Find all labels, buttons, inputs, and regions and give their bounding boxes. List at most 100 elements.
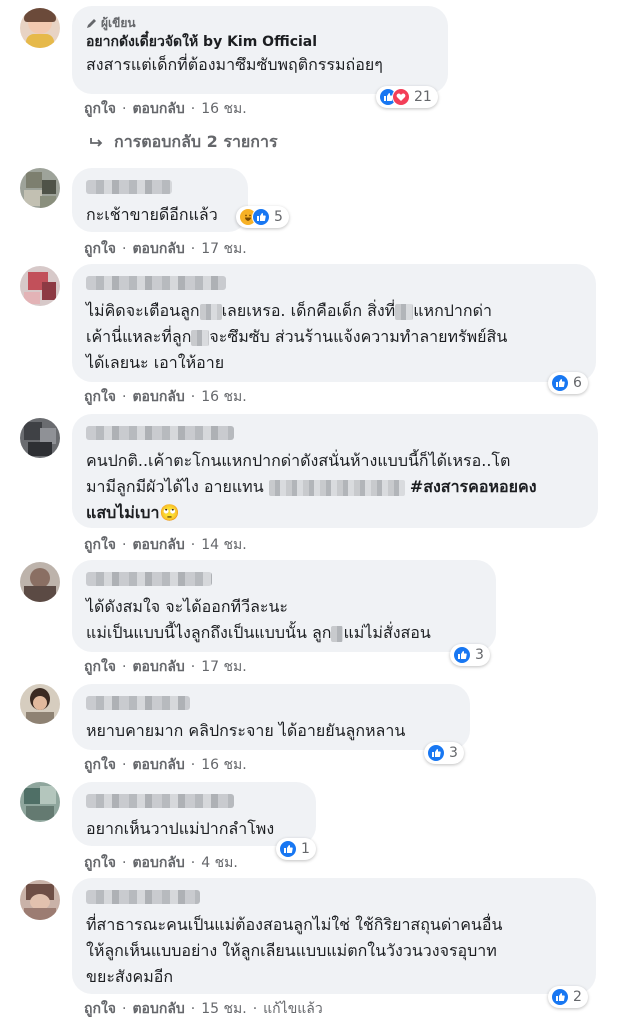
like-button[interactable]: ถูกใจ	[84, 386, 116, 408]
reaction-summary[interactable]: 1	[276, 838, 316, 860]
reaction-summary[interactable]: 3	[450, 644, 490, 666]
avatar[interactable]	[20, 8, 60, 48]
text-fragment: เค้านี่แหละที่ลูก	[86, 327, 192, 346]
love-icon	[392, 88, 410, 106]
like-button[interactable]: ถูกใจ	[84, 656, 116, 678]
separator: ·	[252, 1001, 258, 1017]
comment-actions: ถูกใจ · ตอบกลับ · 14 ชม.	[84, 534, 247, 556]
separator: ·	[122, 101, 127, 117]
avatar[interactable]	[20, 684, 60, 724]
blurred-author-name[interactable]	[86, 572, 212, 586]
blurred-word	[199, 303, 222, 320]
comment-text: หยาบคายมาก คลิปกระจาย ได้อายยันลูกหลาน	[86, 721, 406, 740]
comment-bubble: ที่สาธารณะคนเป็นแม่ต้องสอนลูกไม่ใช่ ใช้ก…	[72, 878, 596, 994]
avatar[interactable]	[20, 880, 60, 920]
timestamp[interactable]: 17 ชม.	[201, 656, 246, 678]
text-fragment: มามีลูกมีผัวได้ไง อายแทน	[86, 477, 264, 496]
comment-actions: ถูกใจ · ตอบกลับ · 16 ชม.	[84, 754, 247, 776]
blurred-name	[268, 479, 405, 496]
timestamp[interactable]: 17 ชม.	[201, 238, 246, 260]
comment-text: อยากเห็นวาปแม่ปากลำโพง	[86, 819, 275, 838]
blurred-word	[331, 625, 344, 642]
like-button[interactable]: ถูกใจ	[84, 534, 116, 556]
avatar[interactable]	[20, 782, 60, 822]
comment-actions: ถูกใจ · ตอบกลับ · 16 ชม.	[84, 98, 247, 120]
like-button[interactable]: ถูกใจ	[84, 238, 116, 260]
reaction-count: 2	[573, 989, 582, 1005]
view-replies-link[interactable]: การตอบกลับ 2 รายการ	[90, 130, 278, 155]
reaction-summary[interactable]: 2	[548, 986, 588, 1008]
edited-label[interactable]: แก้ไขแล้ว	[263, 998, 323, 1020]
like-button[interactable]: ถูกใจ	[84, 852, 116, 874]
hashtag[interactable]: #สงสารคอหอยคง	[410, 477, 537, 496]
timestamp[interactable]: 15 ชม.	[201, 998, 246, 1020]
blurred-author-name[interactable]	[86, 276, 226, 290]
separator: ·	[190, 241, 196, 257]
reaction-summary[interactable]: 6	[548, 372, 588, 394]
separator: ·	[190, 855, 196, 871]
blurred-author-name[interactable]	[86, 426, 234, 440]
reaction-summary[interactable]: 3	[424, 742, 464, 764]
eye-roll-emoji-icon: 🙄	[159, 503, 180, 522]
comment-bubble: ไม่คิดจะเตือนลูก เลยเหรอ. เด็กคือเด็ก สิ่…	[72, 264, 596, 382]
reaction-count: 6	[573, 375, 582, 391]
pencil-icon	[87, 19, 96, 28]
comment-bubble: คนปกติ..เค้าตะโกนแหกปากด่าดังสนั่นห้างแบ…	[72, 414, 598, 528]
reply-button[interactable]: ตอบกลับ	[132, 534, 184, 556]
text-fragment: ได้เลยนะ เอาให้อาย	[86, 353, 225, 372]
text-fragment: ไม่คิดจะเตือนลูก	[86, 301, 200, 320]
reply-button[interactable]: ตอบกลับ	[132, 238, 184, 260]
timestamp[interactable]: 16 ชม.	[201, 386, 246, 408]
reaction-count: 3	[475, 647, 484, 663]
timestamp[interactable]: 16 ชม.	[201, 754, 246, 776]
reaction-count: 1	[301, 841, 310, 857]
comment-bubble: กะเช้าขายดีอีกแล้ว	[72, 168, 248, 232]
replies-label: การตอบกลับ 2 รายการ	[114, 132, 278, 151]
blurred-author-name[interactable]	[86, 696, 190, 710]
text-fragment: ที่สาธารณะคนเป็นแม่ต้องสอนลูกไม่ใช่ ใช้ก…	[86, 915, 503, 934]
separator: ·	[190, 757, 196, 773]
comment-author[interactable]: อยากดังเดี๋ยวจัดให้ by Kim Official	[86, 32, 434, 52]
reply-button[interactable]: ตอบกลับ	[132, 98, 184, 120]
timestamp[interactable]: 16 ชม.	[201, 98, 246, 120]
reply-button[interactable]: ตอบกลับ	[132, 754, 184, 776]
text-fragment: แม่ไม่สั่งสอน	[343, 623, 431, 642]
like-button[interactable]: ถูกใจ	[84, 98, 116, 120]
reaction-summary[interactable]: 21	[376, 86, 438, 108]
timestamp[interactable]: 14 ชม.	[201, 534, 246, 556]
like-button[interactable]: ถูกใจ	[84, 754, 116, 776]
reply-button[interactable]: ตอบกลับ	[132, 656, 184, 678]
badge-label: ผู้เขียน	[101, 16, 136, 30]
avatar[interactable]	[20, 266, 60, 306]
separator: ·	[122, 537, 127, 553]
reaction-summary[interactable]: 5	[236, 206, 289, 228]
avatar[interactable]	[20, 168, 60, 208]
comment-actions: ถูกใจ · ตอบกลับ · 15 ชม. · แก้ไขแล้ว	[84, 998, 323, 1020]
comment-bubble: ผู้เขียน อยากดังเดี๋ยวจัดให้ by Kim Offi…	[72, 6, 448, 94]
separator: ·	[190, 659, 196, 675]
separator: ·	[122, 757, 127, 773]
blurred-author-name[interactable]	[86, 890, 200, 904]
comment-actions: ถูกใจ · ตอบกลับ · 17 ชม.	[84, 238, 247, 260]
separator: ·	[190, 101, 196, 117]
like-button[interactable]: ถูกใจ	[84, 998, 116, 1020]
reply-button[interactable]: ตอบกลับ	[132, 998, 184, 1020]
reaction-count: 3	[449, 745, 458, 761]
blurred-author-name[interactable]	[86, 180, 172, 194]
text-fragment: แสบไม่เบา	[86, 503, 160, 522]
blurred-author-name[interactable]	[86, 794, 234, 808]
comment-text: ที่สาธารณะคนเป็นแม่ต้องสอนลูกไม่ใช่ ใช้ก…	[86, 912, 582, 990]
blurred-word	[395, 303, 414, 320]
comment-text: ได้ดังสมใจ จะได้ออกทีวีละนะ แม่เป็นแบบนี…	[86, 594, 482, 646]
avatar[interactable]	[20, 562, 60, 602]
reaction-count: 5	[274, 209, 283, 225]
text-fragment: ขยะสังคมอีก	[86, 967, 174, 986]
reply-button[interactable]: ตอบกลับ	[132, 852, 184, 874]
reaction-count: 21	[414, 89, 432, 105]
avatar[interactable]	[20, 418, 60, 458]
separator: ·	[190, 537, 196, 553]
text-fragment: จะซึมซับ ส่วนร้านแจ้งความทำลายทรัพย์สิน	[209, 327, 508, 346]
timestamp[interactable]: 4 ชม.	[201, 852, 238, 874]
reply-button[interactable]: ตอบกลับ	[132, 386, 184, 408]
like-icon	[252, 208, 270, 226]
